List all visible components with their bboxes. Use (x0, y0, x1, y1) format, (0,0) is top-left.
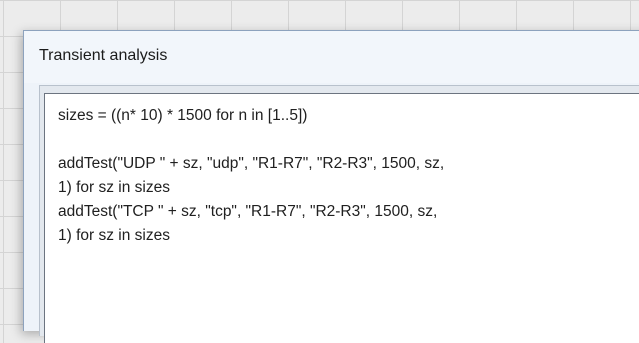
code-line-5: addTest("TCP " + sz, "tcp", "R1-R7", "R2… (58, 203, 438, 220)
script-editor[interactable]: sizes = ((n* 10) * 1500 for n in [1..5])… (44, 93, 639, 343)
dialog-titlebar[interactable]: Transient analysis (24, 31, 639, 83)
transient-analysis-dialog: Transient analysis sizes = ((n* 10) * 15… (23, 30, 639, 343)
code-line-4: 1) for sz in sizes (58, 179, 170, 196)
code-line-2-blank (58, 128, 639, 152)
code-line-3: addTest("UDP " + sz, "udp", "R1-R7", "R2… (58, 155, 445, 172)
code-line-1: sizes = ((n* 10) * 1500 for n in [1..5]) (58, 107, 308, 124)
dialog-title: Transient analysis (39, 47, 168, 64)
code-line-6: 1) for sz in sizes (58, 227, 170, 244)
